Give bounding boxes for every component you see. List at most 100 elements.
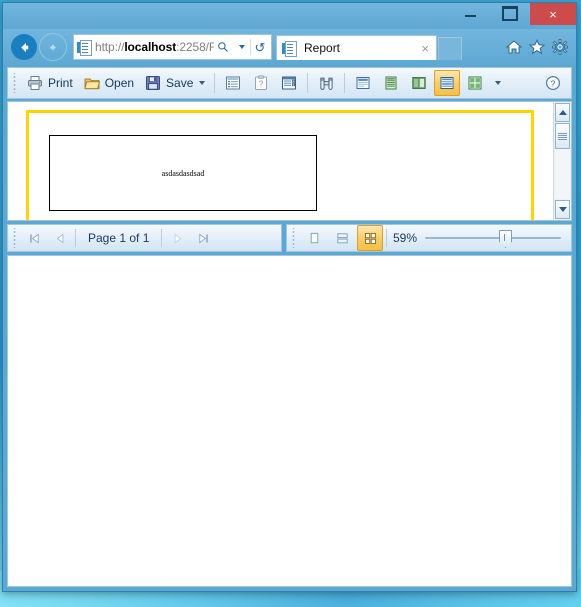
- report-surface[interactable]: asdasdasdsad: [8, 102, 553, 220]
- report-textbox: asdasdasdsad: [49, 135, 317, 211]
- next-page-icon: [174, 232, 182, 244]
- two-page-view-icon: [336, 232, 348, 243]
- save-dropdown-icon[interactable]: [199, 81, 206, 85]
- previous-page-button[interactable]: [47, 227, 73, 249]
- page-continuous-icon: [385, 76, 397, 90]
- report-toolbar: Print Open Save ? ?: [7, 67, 572, 99]
- tab-close-icon[interactable]: ×: [418, 41, 432, 56]
- scroll-down-button[interactable]: [555, 200, 570, 219]
- tab-strip: Report ×: [276, 34, 497, 60]
- folder-open-icon: [83, 74, 101, 92]
- tab-page-icon: [282, 40, 297, 57]
- toolbar-separator-2: [307, 73, 309, 93]
- zoom-slider[interactable]: [425, 228, 567, 248]
- binoculars-find-icon: [320, 77, 333, 90]
- page-view-facing-button[interactable]: [406, 70, 432, 96]
- document-map-button[interactable]: [220, 70, 246, 96]
- save-label: Save: [166, 76, 194, 90]
- zoom-slider-track[interactable]: [425, 237, 561, 239]
- page-layout-grid-button[interactable]: [462, 70, 488, 96]
- thumb-grip-icon: [558, 132, 567, 140]
- toolbar-grip: [12, 73, 18, 93]
- settings-gear-icon[interactable]: [551, 39, 568, 56]
- svg-text:?: ?: [259, 80, 264, 89]
- report-viewer: asdasdasdsad: [7, 101, 572, 221]
- tab-title: Report: [304, 41, 341, 55]
- viewer-status-strip: Page 1 of 1 59%: [7, 224, 572, 252]
- zoom-view-single-button[interactable]: [301, 225, 327, 251]
- page-view-stacked-button[interactable]: [434, 70, 461, 96]
- page-layout-dropdown-icon[interactable]: [490, 70, 504, 96]
- last-page-button[interactable]: [190, 227, 216, 249]
- floppy-save-icon: [144, 74, 162, 92]
- scroll-up-button[interactable]: [555, 103, 570, 122]
- maximize-button[interactable]: [490, 3, 530, 23]
- pager-grip: [12, 228, 18, 248]
- zoom-percent-label: 59%: [393, 231, 418, 245]
- minimize-button[interactable]: [450, 3, 490, 23]
- open-button[interactable]: Open: [78, 70, 139, 96]
- scrollbar-track[interactable]: [555, 123, 570, 199]
- zoom-view-double-button[interactable]: [329, 225, 355, 251]
- search-icon[interactable]: [214, 36, 232, 58]
- previous-page-icon: [56, 232, 63, 244]
- printer-icon: [26, 74, 44, 92]
- print-label: Print: [48, 76, 73, 90]
- close-window-button[interactable]: ×: [530, 3, 576, 25]
- find-button[interactable]: [313, 70, 339, 96]
- next-page-button[interactable]: [164, 227, 190, 249]
- address-dropdown-icon[interactable]: [232, 36, 250, 58]
- tab-report[interactable]: Report ×: [276, 35, 437, 60]
- pager-separator-2: [161, 229, 163, 247]
- zoom-view-grid-button[interactable]: [357, 225, 383, 251]
- document-map-icon: [226, 76, 241, 90]
- chevron-down-icon: [558, 207, 567, 212]
- clipboard-question-icon: ?: [255, 75, 268, 90]
- page-single-icon: [356, 77, 370, 89]
- address-bar[interactable]: http://localhost:2258/F ↺: [73, 34, 272, 60]
- back-button[interactable]: [11, 34, 37, 60]
- page-navigation-bar: Page 1 of 1: [7, 224, 282, 252]
- address-bar-url: http://localhost:2258/F: [95, 40, 214, 54]
- refresh-icon[interactable]: ↺: [251, 36, 269, 58]
- grid-page-view-icon: [364, 232, 376, 244]
- report-properties-button[interactable]: ?: [248, 70, 274, 96]
- page-indicator: Page 1 of 1: [88, 231, 150, 245]
- parameters-panel-icon: [282, 76, 297, 90]
- pager-separator-1: [75, 229, 76, 247]
- zoom-bar: 59%: [286, 224, 572, 252]
- report-textbox-value: asdasdasdsad: [161, 168, 205, 178]
- blank-page-area: [7, 255, 572, 587]
- title-bar: ×: [3, 3, 576, 29]
- vertical-scrollbar[interactable]: [553, 102, 571, 220]
- forward-arrow-icon: [49, 43, 56, 51]
- help-button[interactable]: ?: [540, 70, 566, 96]
- forward-button[interactable]: [39, 33, 67, 61]
- page-view-single-button[interactable]: [350, 70, 376, 96]
- parameters-panel-button[interactable]: [276, 70, 302, 96]
- zoom-slider-thumb[interactable]: [499, 230, 513, 248]
- url-protocol: http://: [95, 40, 125, 54]
- first-page-icon: [29, 232, 39, 244]
- first-page-button[interactable]: [21, 227, 47, 249]
- url-host: localhost: [124, 40, 177, 54]
- scrollbar-thumb[interactable]: [555, 123, 570, 149]
- open-label: Open: [104, 76, 135, 90]
- report-page: asdasdasdsad: [26, 110, 534, 220]
- chevron-up-icon: [558, 110, 567, 115]
- navigation-bar: http://localhost:2258/F ↺ Report ×: [3, 29, 576, 65]
- zoom-grip: [291, 228, 297, 248]
- new-tab-button[interactable]: [438, 37, 462, 60]
- save-button[interactable]: Save: [139, 70, 210, 96]
- page-view-continuous-button[interactable]: [378, 70, 404, 96]
- site-page-icon: [77, 39, 92, 56]
- browser-toolbar-icons: [505, 39, 570, 56]
- help-circle-icon: ?: [545, 75, 561, 91]
- page-grid-icon: [468, 76, 482, 90]
- home-icon[interactable]: [505, 39, 522, 56]
- print-button[interactable]: Print: [21, 70, 78, 96]
- toolbar-separator-3: [344, 73, 346, 93]
- single-page-view-icon: [310, 232, 318, 243]
- favorites-star-icon[interactable]: [528, 39, 545, 56]
- last-page-icon: [199, 232, 208, 244]
